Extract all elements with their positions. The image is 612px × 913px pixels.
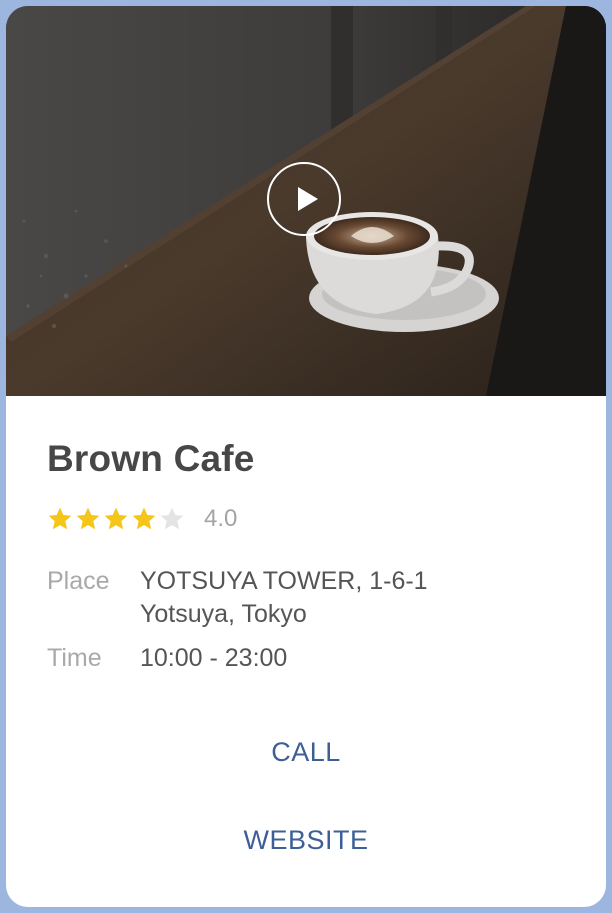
star-icon xyxy=(132,507,156,530)
time-label: Time xyxy=(47,644,102,672)
star-icon xyxy=(160,507,184,530)
hero-image[interactable] xyxy=(6,6,606,396)
cafe-card: Brown Cafe 4.0 Place YOTSUYA TOWER, 1-6-… xyxy=(6,6,606,907)
place-value: YOTSUYA TOWER, 1-6-1 Yotsuya, Tokyo xyxy=(140,567,428,628)
place-row: Place YOTSUYA TOWER, 1-6-1 Yotsuya, Toky… xyxy=(47,565,428,631)
play-button[interactable] xyxy=(267,162,341,236)
cafe-title: Brown Cafe xyxy=(47,438,255,479)
card-body: Brown Cafe 4.0 Place YOTSUYA TOWER, 1-6-… xyxy=(6,396,606,907)
star-icon xyxy=(104,507,128,530)
rating-value: 4.0 xyxy=(204,505,238,532)
time-row: Time 10:00 - 23:00 xyxy=(47,642,287,675)
website-button[interactable]: WEBSITE xyxy=(6,825,606,856)
star-rating xyxy=(47,506,185,532)
place-label: Place xyxy=(47,567,110,595)
time-value: 10:00 - 23:00 xyxy=(140,644,288,672)
star-icon xyxy=(76,507,100,530)
call-button[interactable]: CALL xyxy=(6,737,606,768)
star-icon xyxy=(48,507,72,530)
play-icon xyxy=(298,187,318,211)
rating: 4.0 xyxy=(47,504,237,534)
